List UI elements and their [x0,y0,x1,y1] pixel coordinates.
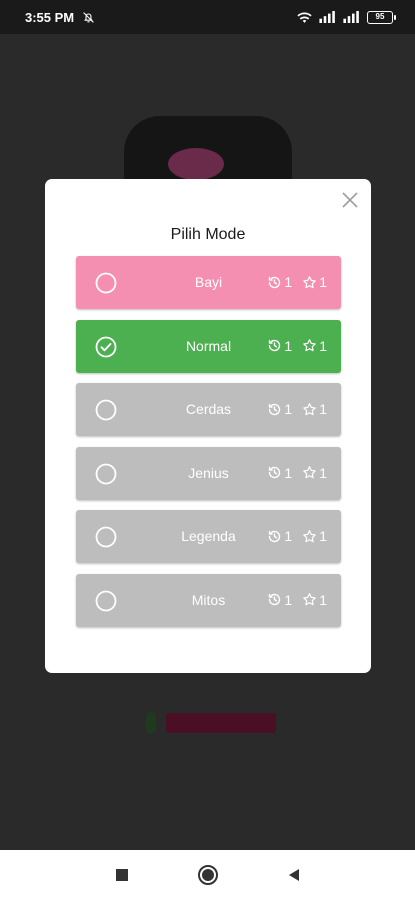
star-outline-icon [302,529,317,544]
home-circle-icon [197,865,218,885]
flower-icon [168,148,224,180]
status-time: 3:55 PM [25,9,75,25]
mode-list: Bayi 1 1 Normal 1 1 Cerdas 1 1 Jenius 1 … [76,256,341,637]
history-icon [267,592,282,607]
history-count: 1 [284,591,293,608]
mode-stats: 1 1 [267,401,327,417]
star-count: 1 [319,274,327,290]
close-icon [342,192,358,208]
star-outline-icon [302,275,317,290]
history-count: 1 [284,337,293,354]
recents-button[interactable] [110,863,134,887]
wifi-icon [296,11,313,24]
star-count: 1 [319,401,327,417]
mode-item-bayi[interactable]: Bayi 1 1 [76,256,341,309]
history-icon [267,529,282,544]
star-outline-icon [302,592,317,607]
signal-icon [319,11,337,23]
history-icon [267,402,282,417]
system-nav-bar [0,850,415,900]
mode-item-jenius[interactable]: Jenius 1 1 [76,446,341,500]
mode-stats: 1 1 [267,274,327,290]
mode-item-legenda[interactable]: Legenda 1 1 [76,510,341,563]
history-icon [267,338,282,353]
status-bar: 3:55 PM 95 [0,0,415,34]
mode-item-mitos[interactable]: Mitos 1 1 [76,573,341,627]
bell-off-icon [82,11,95,24]
mode-stats: 1 1 [267,465,327,481]
home-button[interactable] [196,863,220,887]
battery-icon: 95 [367,10,396,24]
back-triangle-icon [288,869,299,881]
history-count: 1 [284,528,293,544]
star-outline-icon [302,465,317,480]
star-outline-icon [302,338,317,353]
dialog-title: Pilih Mode [170,226,246,243]
status-bar-left: 3:55 PM [25,10,95,25]
mode-stats: 1 1 [267,338,327,354]
star-count: 1 [319,528,327,544]
history-icon [267,465,282,480]
mode-stats: 1 1 [267,592,327,608]
recents-square-icon [115,869,128,881]
background-progress-bar [166,713,276,733]
mode-item-normal[interactable]: Normal 1 1 [76,319,341,373]
star-count: 1 [319,337,327,354]
signal-icon-2 [343,11,361,23]
mode-select-dialog: Pilih Mode Bayi 1 1 Normal 1 1 Cerdas 1 … [45,179,371,673]
star-count: 1 [319,464,327,481]
history-count: 1 [284,274,293,290]
status-bar-right: 95 [296,10,396,24]
back-button[interactable] [282,863,306,887]
history-count: 1 [284,464,293,481]
mode-item-cerdas[interactable]: Cerdas 1 1 [76,383,341,436]
mode-stats: 1 1 [267,528,327,544]
history-count: 1 [284,401,293,417]
close-button[interactable] [339,189,361,211]
background-leaf-icon [146,712,156,734]
star-count: 1 [319,591,327,608]
history-icon [267,275,282,290]
star-outline-icon [302,402,317,417]
